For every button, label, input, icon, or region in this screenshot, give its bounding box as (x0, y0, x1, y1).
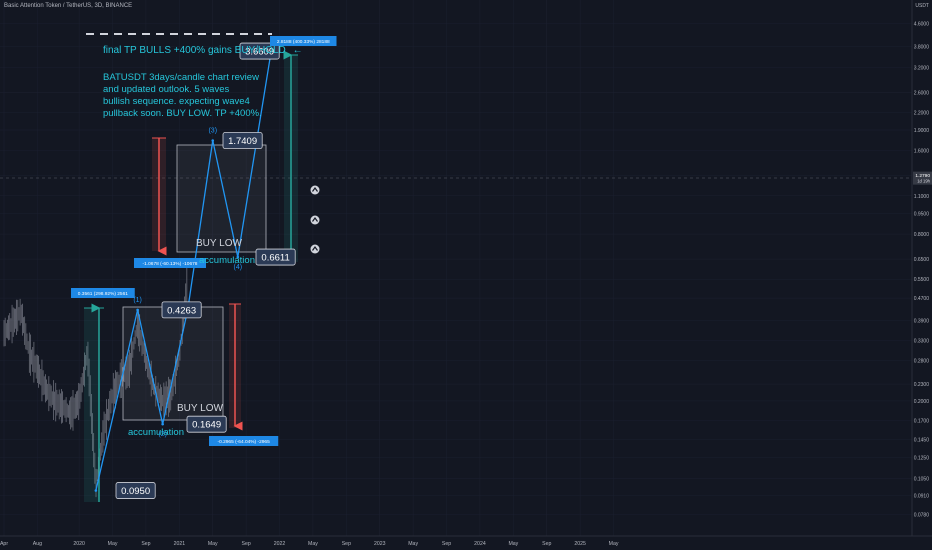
wave-point (136, 308, 139, 312)
price-tick-label: 0.1450 (914, 438, 930, 444)
accumulation-label-lower: accumulation (128, 427, 184, 438)
price-tick-label: 4.6000 (914, 22, 930, 28)
wave-point (211, 139, 215, 142)
measure-text: 0.3561 (298.92%) 2561 (78, 291, 128, 297)
wave-label: (3) (208, 128, 217, 135)
time-tick-label: May (108, 541, 118, 547)
price-tick-label: 0.0910 (914, 494, 930, 500)
price-tick-label: 3.8000 (914, 45, 930, 51)
price-tick-label: 2.2000 (914, 110, 930, 116)
time-tick-label: 2020 (73, 541, 85, 547)
price-tick-label: 0.5500 (914, 277, 930, 283)
price-tick-label: 2.6000 (914, 90, 930, 96)
time-tick-label: Sep (442, 541, 451, 547)
analysis-line-1: BATUSDT 3days/candle chart review (103, 72, 259, 83)
arrow-left-icon: ← (292, 45, 303, 56)
time-tick-label: Sep (542, 541, 551, 547)
price-label-text: 1.7409 (228, 136, 257, 147)
price-tick-label: 0.9500 (914, 211, 930, 217)
price-tick-label: 1.6000 (914, 149, 930, 155)
accumulation-text-upper: accumulation (199, 255, 255, 266)
accumulation-text-lower: accumulation (128, 427, 184, 438)
time-tick-label: 2023 (374, 541, 386, 547)
measure-text: -0.2965 (-64.04%) -2965 (217, 439, 270, 445)
headline-text: final TP BULLS +400% gains BUY/HOLD (103, 45, 286, 56)
price-tick-label: 3.2000 (914, 65, 930, 71)
price-tick-label: 0.0780 (914, 512, 930, 518)
buy-low-label-upper: BUY LOW (196, 238, 242, 249)
price-tick-label: 0.1050 (914, 477, 930, 483)
time-tick-label: Sep (141, 541, 150, 547)
arrow-up-circle-icon[interactable] (310, 185, 320, 195)
price-axis-bg[interactable] (912, 0, 932, 550)
time-tick-label: Aug (33, 541, 42, 547)
chart-title: Basic Attention Token / TetherUS, 3D, BI… (4, 3, 133, 9)
countdown-label: 1d 19h (917, 179, 930, 184)
time-tick-label: May (408, 541, 418, 547)
price-tick-label: 0.1250 (914, 456, 930, 462)
price-label-text: 0.4263 (167, 305, 196, 316)
time-tick-label: May (609, 541, 619, 547)
time-tick-label: 2025 (574, 541, 586, 547)
arrow-up-circle-icon[interactable] (310, 215, 320, 225)
price-tick-label: 0.4700 (914, 296, 930, 302)
price-tick-label: 0.2800 (914, 358, 930, 364)
time-tick-label: May (208, 541, 218, 547)
time-tick-label: 2024 (474, 541, 486, 547)
wave-point (161, 422, 164, 426)
price-label-text: 0.1649 (192, 420, 221, 431)
price-tick-label: 0.8000 (914, 232, 930, 238)
analysis-text: BATUSDT 3days/candle chart review and up… (103, 72, 262, 120)
time-tick-label: May (508, 541, 518, 547)
measure-text: -1.0678 (-60.13%) -10678 (143, 261, 198, 267)
range-box-1 (84, 308, 99, 502)
wave-point (94, 489, 98, 492)
time-tick-label: May (308, 541, 318, 547)
accumulation-zone-upper (176, 144, 267, 253)
arrow-up-circle-icon[interactable] (310, 244, 320, 254)
time-tick-label: Sep (242, 541, 251, 547)
price-tick-label: 0.6500 (914, 257, 930, 263)
currency-label: USDT (915, 3, 929, 9)
price-tick-label: 1.9000 (914, 128, 930, 134)
price-tick-label: 0.2000 (914, 399, 930, 405)
price-label-text: 0.6611 (261, 253, 289, 264)
headline-note: final TP BULLS +400% gains BUY/HOLD ← (103, 45, 303, 56)
buy-low-label-lower: BUY LOW (177, 403, 223, 414)
analysis-line-2: and updated outlook. 5 waves (103, 84, 230, 95)
time-tick-label: 2022 (274, 541, 286, 547)
time-tick-label: Sep (342, 541, 351, 547)
price-tick-label: 0.3900 (914, 319, 930, 325)
time-tick-label: Apr (0, 541, 8, 547)
price-label-text: 0.0950 (121, 486, 150, 497)
price-tick-label: 0.1700 (914, 419, 930, 425)
price-tick-label: 1.1000 (914, 194, 930, 200)
analysis-line-3: bullish sequence. expecting wave4 (103, 96, 250, 107)
accumulation-label-upper: accumulation (199, 255, 255, 266)
analysis-line-4: pullback soon. BUY LOW. TP +400%. (103, 108, 262, 119)
chart-container[interactable]: USDT 4.6000 3.8000 3.2000 2.6000 2.2000 1.9000… (0, 0, 932, 550)
price-tick-label: 0.2300 (914, 382, 930, 388)
price-tick-label: 0.3300 (914, 339, 930, 345)
time-tick-label: 2021 (174, 541, 186, 547)
